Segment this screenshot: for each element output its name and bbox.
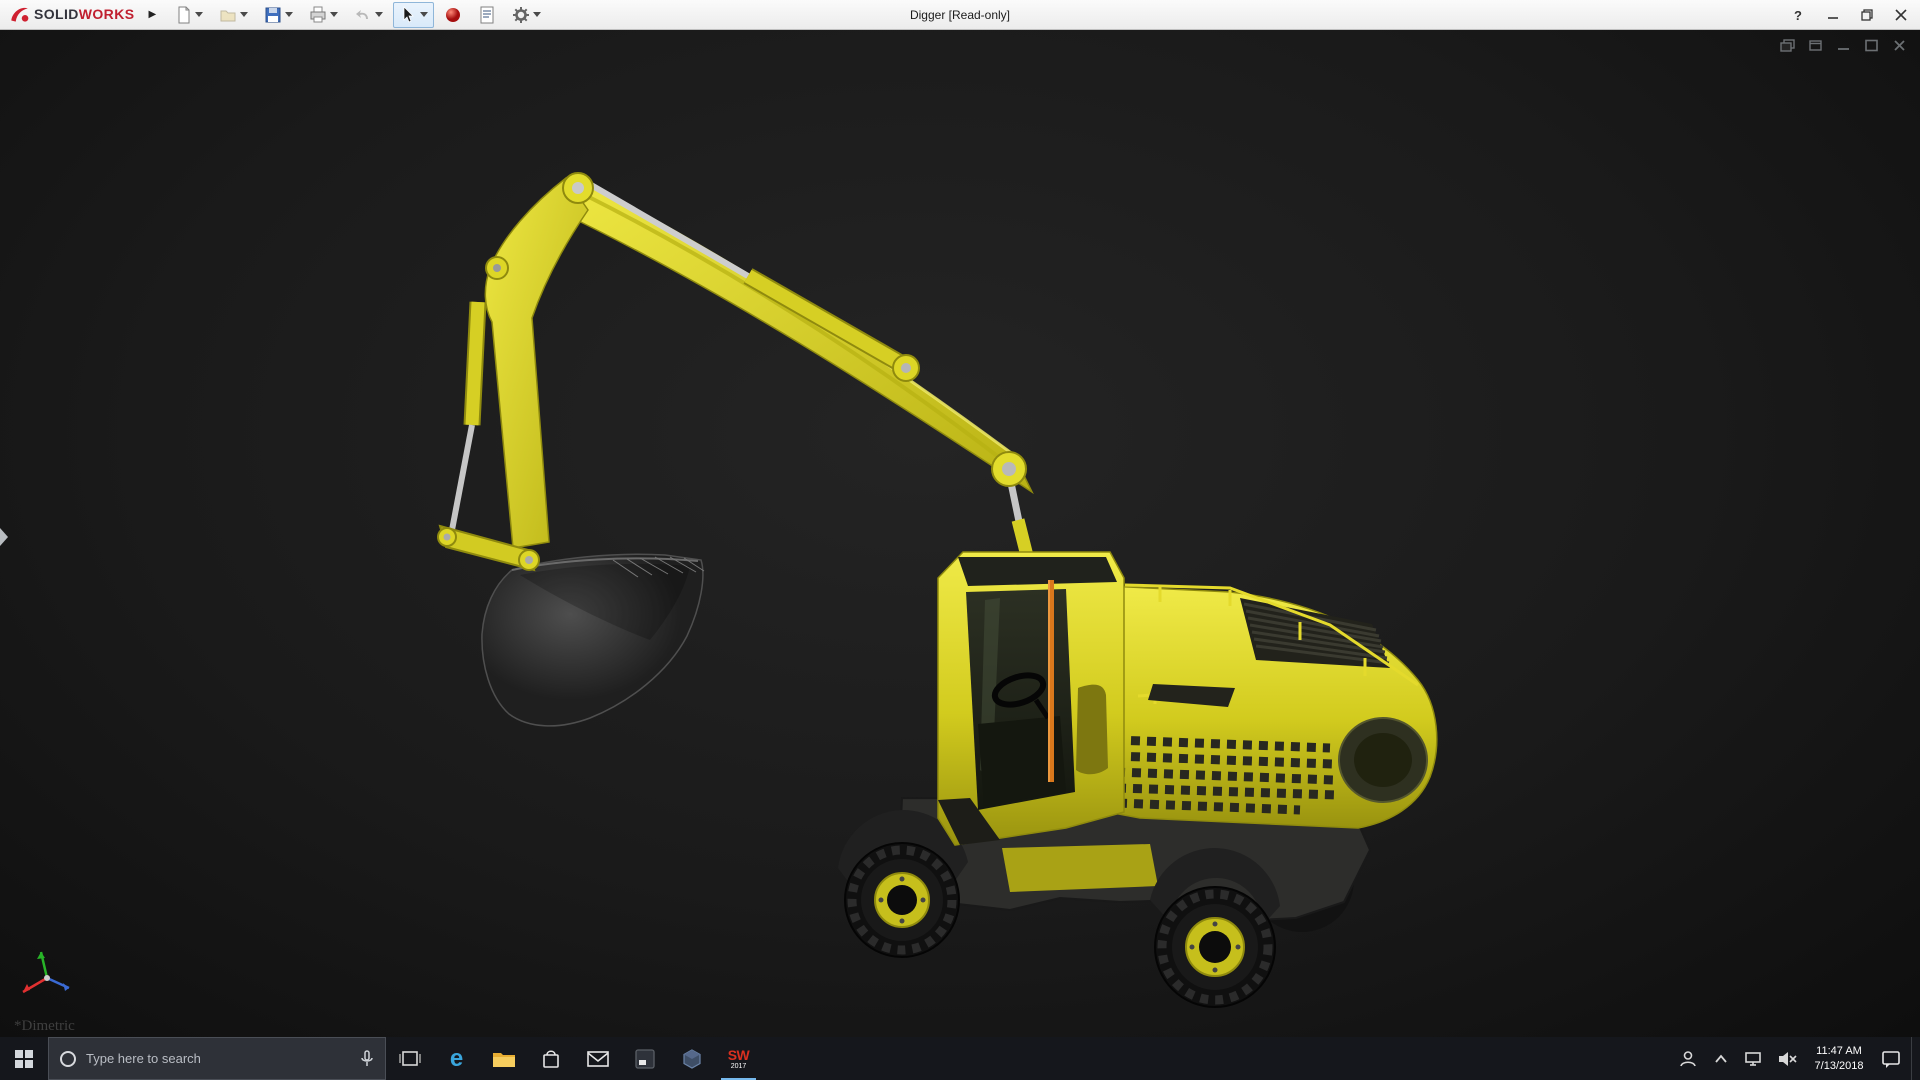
search-input[interactable]: [86, 1051, 350, 1066]
new-document-button[interactable]: [168, 2, 209, 28]
start-button[interactable]: [0, 1037, 48, 1080]
brand-solid: SOLID: [34, 6, 79, 22]
undo-arrow-icon: [354, 6, 372, 24]
orientation-triad: [23, 952, 69, 992]
brand-works: WORKS: [79, 6, 135, 22]
options-button[interactable]: [506, 2, 547, 28]
show-desktop-button[interactable]: [1911, 1037, 1916, 1080]
close-button[interactable]: [1886, 3, 1916, 27]
mail-button[interactable]: [574, 1037, 621, 1080]
action-center-icon: [1881, 1049, 1901, 1069]
menu-bar: SOLIDWORKS ▶: [0, 0, 1920, 30]
dropdown-caret[interactable]: [285, 12, 293, 17]
excavator-body: [1108, 585, 1437, 828]
cube-app-icon: [681, 1048, 703, 1070]
viewport-restore-icon: [1780, 39, 1795, 52]
window-title: Digger [Read-only]: [910, 8, 1010, 22]
task-view-icon: [399, 1049, 421, 1069]
undo-button[interactable]: [348, 2, 389, 28]
cortana-icon: [59, 1050, 77, 1068]
solidworks-2017-button[interactable]: SW 2017: [715, 1037, 762, 1080]
taskbar-search[interactable]: [48, 1037, 386, 1080]
select-tool-button[interactable]: [393, 2, 434, 28]
red-sphere-icon: [444, 6, 462, 24]
clock-time: 11:47 AM: [1807, 1044, 1871, 1058]
viewport-minimize-button[interactable]: [1835, 38, 1852, 53]
restore-icon: [1861, 9, 1873, 21]
network-button[interactable]: [1741, 1037, 1767, 1080]
minimize-icon: [1827, 9, 1839, 21]
viewport-minimize-icon: [1836, 39, 1851, 52]
minimize-button[interactable]: [1818, 3, 1848, 27]
save-floppy-icon: [264, 6, 282, 24]
dropdown-caret[interactable]: [375, 12, 383, 17]
excavator-cab: [938, 552, 1124, 845]
viewport-restore-button[interactable]: [1779, 38, 1796, 53]
app-tile-icon: [634, 1048, 656, 1070]
panel-flyout-arrow[interactable]: [0, 528, 8, 546]
taskbar: e SW 2017: [0, 1037, 1920, 1080]
system-tray: 11:47 AM 7/13/2018: [1675, 1037, 1920, 1080]
clock-date: 7/13/2018: [1807, 1059, 1871, 1073]
front-left-wheel: [845, 843, 959, 957]
document-properties-button[interactable]: [472, 2, 502, 28]
ds-logo-icon: [8, 4, 30, 26]
volume-muted-icon: [1777, 1050, 1797, 1068]
app-tile-button[interactable]: [621, 1037, 668, 1080]
task-view-button[interactable]: [386, 1037, 433, 1080]
open-button[interactable]: [213, 2, 254, 28]
excavator-model[interactable]: [0, 0, 1920, 1080]
solidworks-2017-icon: SW 2017: [728, 1048, 750, 1070]
network-icon: [1744, 1050, 1764, 1068]
close-icon: [1895, 9, 1907, 21]
hidden-icons-button[interactable]: [1708, 1037, 1734, 1080]
dropdown-caret[interactable]: [533, 12, 541, 17]
solidworks-logo: SOLIDWORKS: [0, 4, 142, 26]
new-document-icon: [174, 6, 192, 24]
store-button[interactable]: [527, 1037, 574, 1080]
viewport-close-icon: [1892, 39, 1907, 52]
dropdown-caret[interactable]: [330, 12, 338, 17]
windows-logo-icon: [15, 1050, 33, 1068]
dropdown-caret[interactable]: [195, 12, 203, 17]
mail-envelope-icon: [587, 1050, 609, 1068]
viewport-close-button[interactable]: [1891, 38, 1908, 53]
help-button[interactable]: ?: [1782, 8, 1814, 23]
clock[interactable]: 11:47 AM 7/13/2018: [1807, 1044, 1871, 1073]
viewport-popout-icon: [1808, 39, 1823, 52]
file-explorer-icon: [492, 1049, 516, 1069]
print-icon: [309, 6, 327, 24]
dropdown-caret[interactable]: [420, 12, 428, 17]
edge-button[interactable]: e: [433, 1037, 480, 1080]
print-button[interactable]: [303, 2, 344, 28]
toolbar-flyout-arrow[interactable]: ▶: [142, 9, 166, 20]
viewport-maximize-button[interactable]: [1863, 38, 1880, 53]
viewport-window-controls: [1779, 38, 1908, 53]
people-button[interactable]: [1675, 1037, 1701, 1080]
appearance-button[interactable]: [438, 2, 468, 28]
viewport-maximize-icon: [1864, 39, 1879, 52]
save-button[interactable]: [258, 2, 299, 28]
action-center-button[interactable]: [1878, 1037, 1904, 1080]
rear-left-wheel: [1155, 887, 1275, 1007]
shopping-bag-icon: [540, 1048, 562, 1070]
chevron-up-icon: [1713, 1053, 1729, 1065]
gear-icon: [512, 6, 530, 24]
people-icon: [1678, 1049, 1698, 1069]
open-folder-icon: [219, 6, 237, 24]
cube-app-button[interactable]: [668, 1037, 715, 1080]
volume-button[interactable]: [1774, 1037, 1800, 1080]
microphone-icon[interactable]: [359, 1050, 375, 1068]
viewport-popout-button[interactable]: [1807, 38, 1824, 53]
bucket: [482, 554, 704, 726]
window-controls: ?: [1782, 0, 1916, 30]
document-properties-icon: [478, 6, 496, 24]
view-orientation-label: *Dimetric: [14, 1018, 75, 1035]
dropdown-caret[interactable]: [240, 12, 248, 17]
restore-button[interactable]: [1852, 3, 1882, 27]
edge-icon: e: [450, 1047, 463, 1071]
file-explorer-button[interactable]: [480, 1037, 527, 1080]
select-cursor-icon: [399, 6, 417, 24]
